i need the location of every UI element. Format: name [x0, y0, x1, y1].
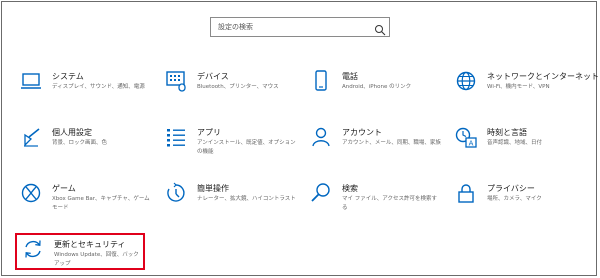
tile-description: Bluetooth、プリンター、マウス	[197, 84, 279, 90]
tile-title: 簡単操作	[197, 184, 229, 193]
tile-title: 個人用設定	[52, 128, 92, 137]
phone-icon	[310, 70, 332, 92]
settings-tile-phone[interactable]: 電話 Android、iPhone のリンク	[310, 70, 450, 110]
search-icon[interactable]	[374, 21, 386, 36]
settings-tile-update-security[interactable]: 更新とセキュリティ Windows Update、回復、バックアップ	[22, 238, 142, 278]
settings-tile-devices[interactable]: デバイス Bluetooth、プリンター、マウス	[165, 70, 305, 110]
tile-description: ナレーター、拡大鏡、ハイコントラスト	[197, 196, 296, 202]
settings-tile-search[interactable]: 検索 マイ ファイル、アクセス許可を検索する	[310, 182, 450, 222]
settings-search-box[interactable]	[210, 17, 390, 37]
tile-title: アプリ	[197, 128, 221, 137]
globe-icon	[455, 70, 477, 92]
tile-title: 検索	[342, 184, 358, 193]
tile-description: Android、iPhone のリンク	[342, 84, 412, 90]
tile-description: アカウント、メール、同期、職場、家族	[342, 140, 441, 146]
svg-text:A: A	[469, 140, 474, 148]
list-icon	[165, 126, 187, 148]
settings-tile-personalization[interactable]: 個人用設定 背景、ロック画面、色	[20, 126, 160, 166]
settings-tile-network[interactable]: ネットワークとインターネット Wi-Fi、機内モード、VPN	[455, 70, 599, 110]
tile-description: ディスプレイ、サウンド、通知、電源	[52, 84, 145, 90]
search-icon	[310, 182, 332, 204]
tile-title: デバイス	[197, 72, 229, 81]
brush-icon	[20, 126, 42, 148]
tile-title: 電話	[342, 72, 358, 81]
tile-title: プライバシー	[487, 184, 535, 193]
tile-description: 音声認識、地域、日付	[487, 140, 543, 146]
settings-tile-privacy[interactable]: プライバシー 場所、カメラ、マイク	[455, 182, 595, 222]
tile-title: 時刻と言語	[487, 128, 527, 137]
tile-title: アカウント	[342, 128, 382, 137]
tile-title: システム	[52, 72, 84, 81]
tile-description: Wi-Fi、機内モード、VPN	[487, 84, 550, 90]
tile-description: マイ ファイル、アクセス許可を検索する	[342, 196, 437, 211]
tile-description: 場所、カメラ、マイク	[487, 196, 542, 202]
sync-icon	[22, 238, 44, 260]
time-language-icon: A	[455, 126, 477, 148]
ease-of-access-icon	[165, 182, 187, 204]
tile-title: 更新とセキュリティ	[54, 240, 126, 249]
settings-tile-ease-of-access[interactable]: 簡単操作 ナレーター、拡大鏡、ハイコントラスト	[165, 182, 305, 222]
tile-description: アンインストール、既定値、オプションの機能	[197, 140, 296, 155]
keyboard-icon	[165, 70, 187, 92]
laptop-icon	[20, 70, 42, 92]
settings-tile-system[interactable]: システム ディスプレイ、サウンド、通知、電源	[20, 70, 160, 110]
settings-tile-apps[interactable]: アプリ アンインストール、既定値、オプションの機能	[165, 126, 305, 166]
settings-tile-accounts[interactable]: アカウント アカウント、メール、同期、職場、家族	[310, 126, 450, 166]
lock-icon	[455, 182, 477, 204]
search-input[interactable]	[211, 18, 378, 36]
person-icon	[310, 126, 332, 148]
tile-title: ネットワークとインターネット	[487, 72, 599, 81]
tile-description: Xbox Game Bar、キャプチャ、ゲーム モード	[52, 196, 150, 211]
settings-tile-time-language[interactable]: A 時刻と言語 音声認識、地域、日付	[455, 126, 595, 166]
tile-title: ゲーム	[52, 184, 76, 193]
settings-tile-gaming[interactable]: ゲーム Xbox Game Bar、キャプチャ、ゲーム モード	[20, 182, 160, 222]
tile-description: 背景、ロック画面、色	[52, 140, 108, 146]
xbox-icon	[20, 182, 42, 204]
tile-description: Windows Update、回復、バックアップ	[54, 252, 139, 267]
